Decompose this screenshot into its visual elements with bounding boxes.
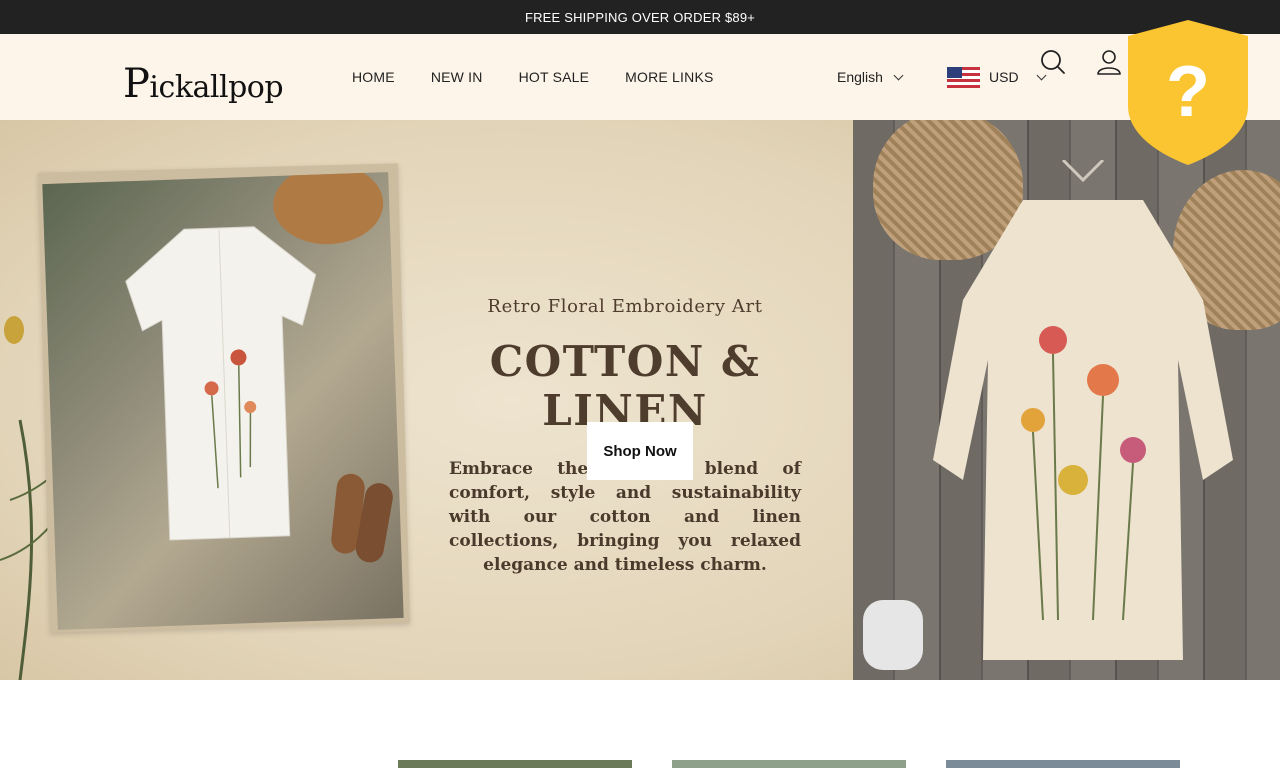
chevron-down-icon	[893, 70, 904, 80]
product-thumbnail[interactable]	[672, 760, 906, 768]
announcement-bar: FREE SHIPPING OVER ORDER $89+	[0, 0, 1280, 34]
currency-label: USD	[989, 69, 1019, 85]
hero-subtitle: Retro Floral Embroidery Art	[487, 296, 763, 317]
dress-illustration	[933, 160, 1233, 660]
product-thumbnail[interactable]	[398, 760, 632, 768]
sneakers	[863, 600, 923, 670]
product-thumbnail[interactable]	[946, 760, 1180, 768]
announcement-text: FREE SHIPPING OVER ORDER $89+	[524, 9, 756, 25]
site-header: Pickallpop HOME NEW IN HOT SALE MORE LIN…	[0, 34, 1280, 120]
main-nav: HOME NEW IN HOT SALE MORE LINKS	[352, 34, 714, 120]
hero-right-panel	[853, 120, 1280, 680]
us-flag-icon	[947, 66, 980, 88]
user-icon	[1097, 50, 1121, 75]
nav-new-in[interactable]: NEW IN	[431, 69, 483, 85]
account-button[interactable]	[1095, 48, 1123, 76]
nav-home[interactable]: HOME	[352, 69, 395, 85]
logo-rest: ickallpop	[149, 70, 284, 105]
logo-cap: P	[123, 61, 150, 107]
hero-title: COTTON & LINEN	[489, 337, 761, 435]
hero-banner: Retro Floral Embroidery Art COTTON & LIN…	[0, 120, 1280, 680]
search-icon	[1041, 50, 1065, 74]
nav-hot-sale[interactable]: HOT SALE	[519, 69, 590, 85]
currency-selector[interactable]: USD	[947, 34, 1047, 120]
search-button[interactable]	[1039, 48, 1067, 76]
linen-shirt-photo	[42, 172, 404, 630]
site-logo[interactable]: Pickallpop	[123, 61, 284, 107]
language-label: English	[837, 69, 883, 85]
svg-text:?: ?	[1166, 52, 1210, 132]
hero-left-panel: Retro Floral Embroidery Art COTTON & LIN…	[0, 120, 853, 680]
help-shield-icon[interactable]: ?	[1126, 20, 1250, 165]
shop-now-button[interactable]: Shop Now	[587, 422, 693, 480]
nav-more-links[interactable]: MORE LINKS	[625, 69, 713, 85]
language-selector[interactable]: English	[837, 34, 904, 120]
shirt-illustration	[125, 226, 317, 541]
